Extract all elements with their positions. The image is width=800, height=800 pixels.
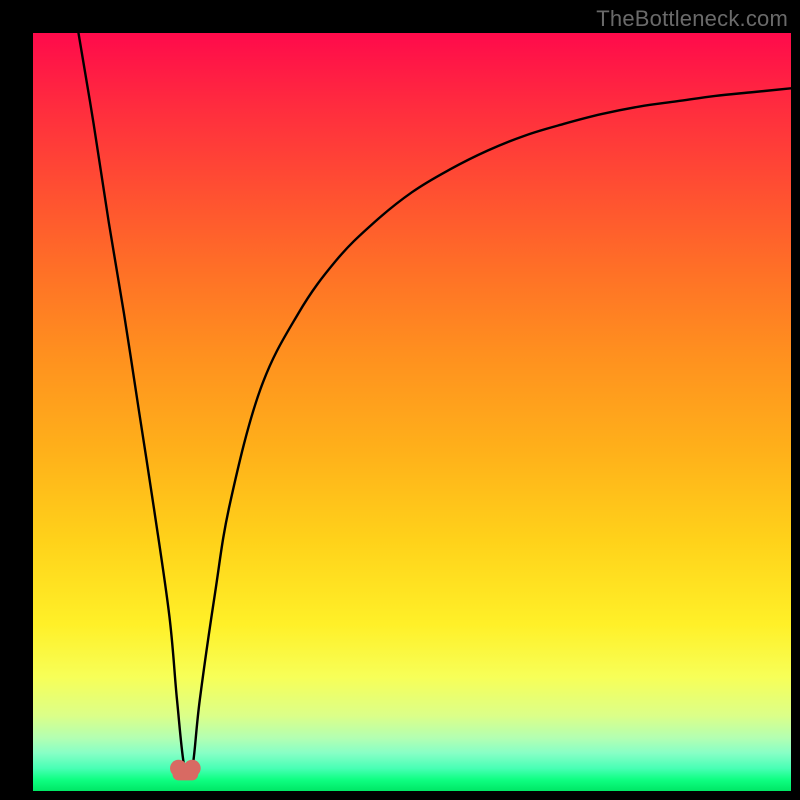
outer-frame: TheBottleneck.com — [0, 0, 800, 800]
curve-line — [78, 33, 791, 777]
series-bottleneck-curve — [78, 33, 791, 777]
watermark-text: TheBottleneck.com — [596, 6, 788, 32]
plot-area — [33, 33, 791, 791]
marker-dot — [184, 760, 201, 777]
chart-svg — [33, 33, 791, 791]
